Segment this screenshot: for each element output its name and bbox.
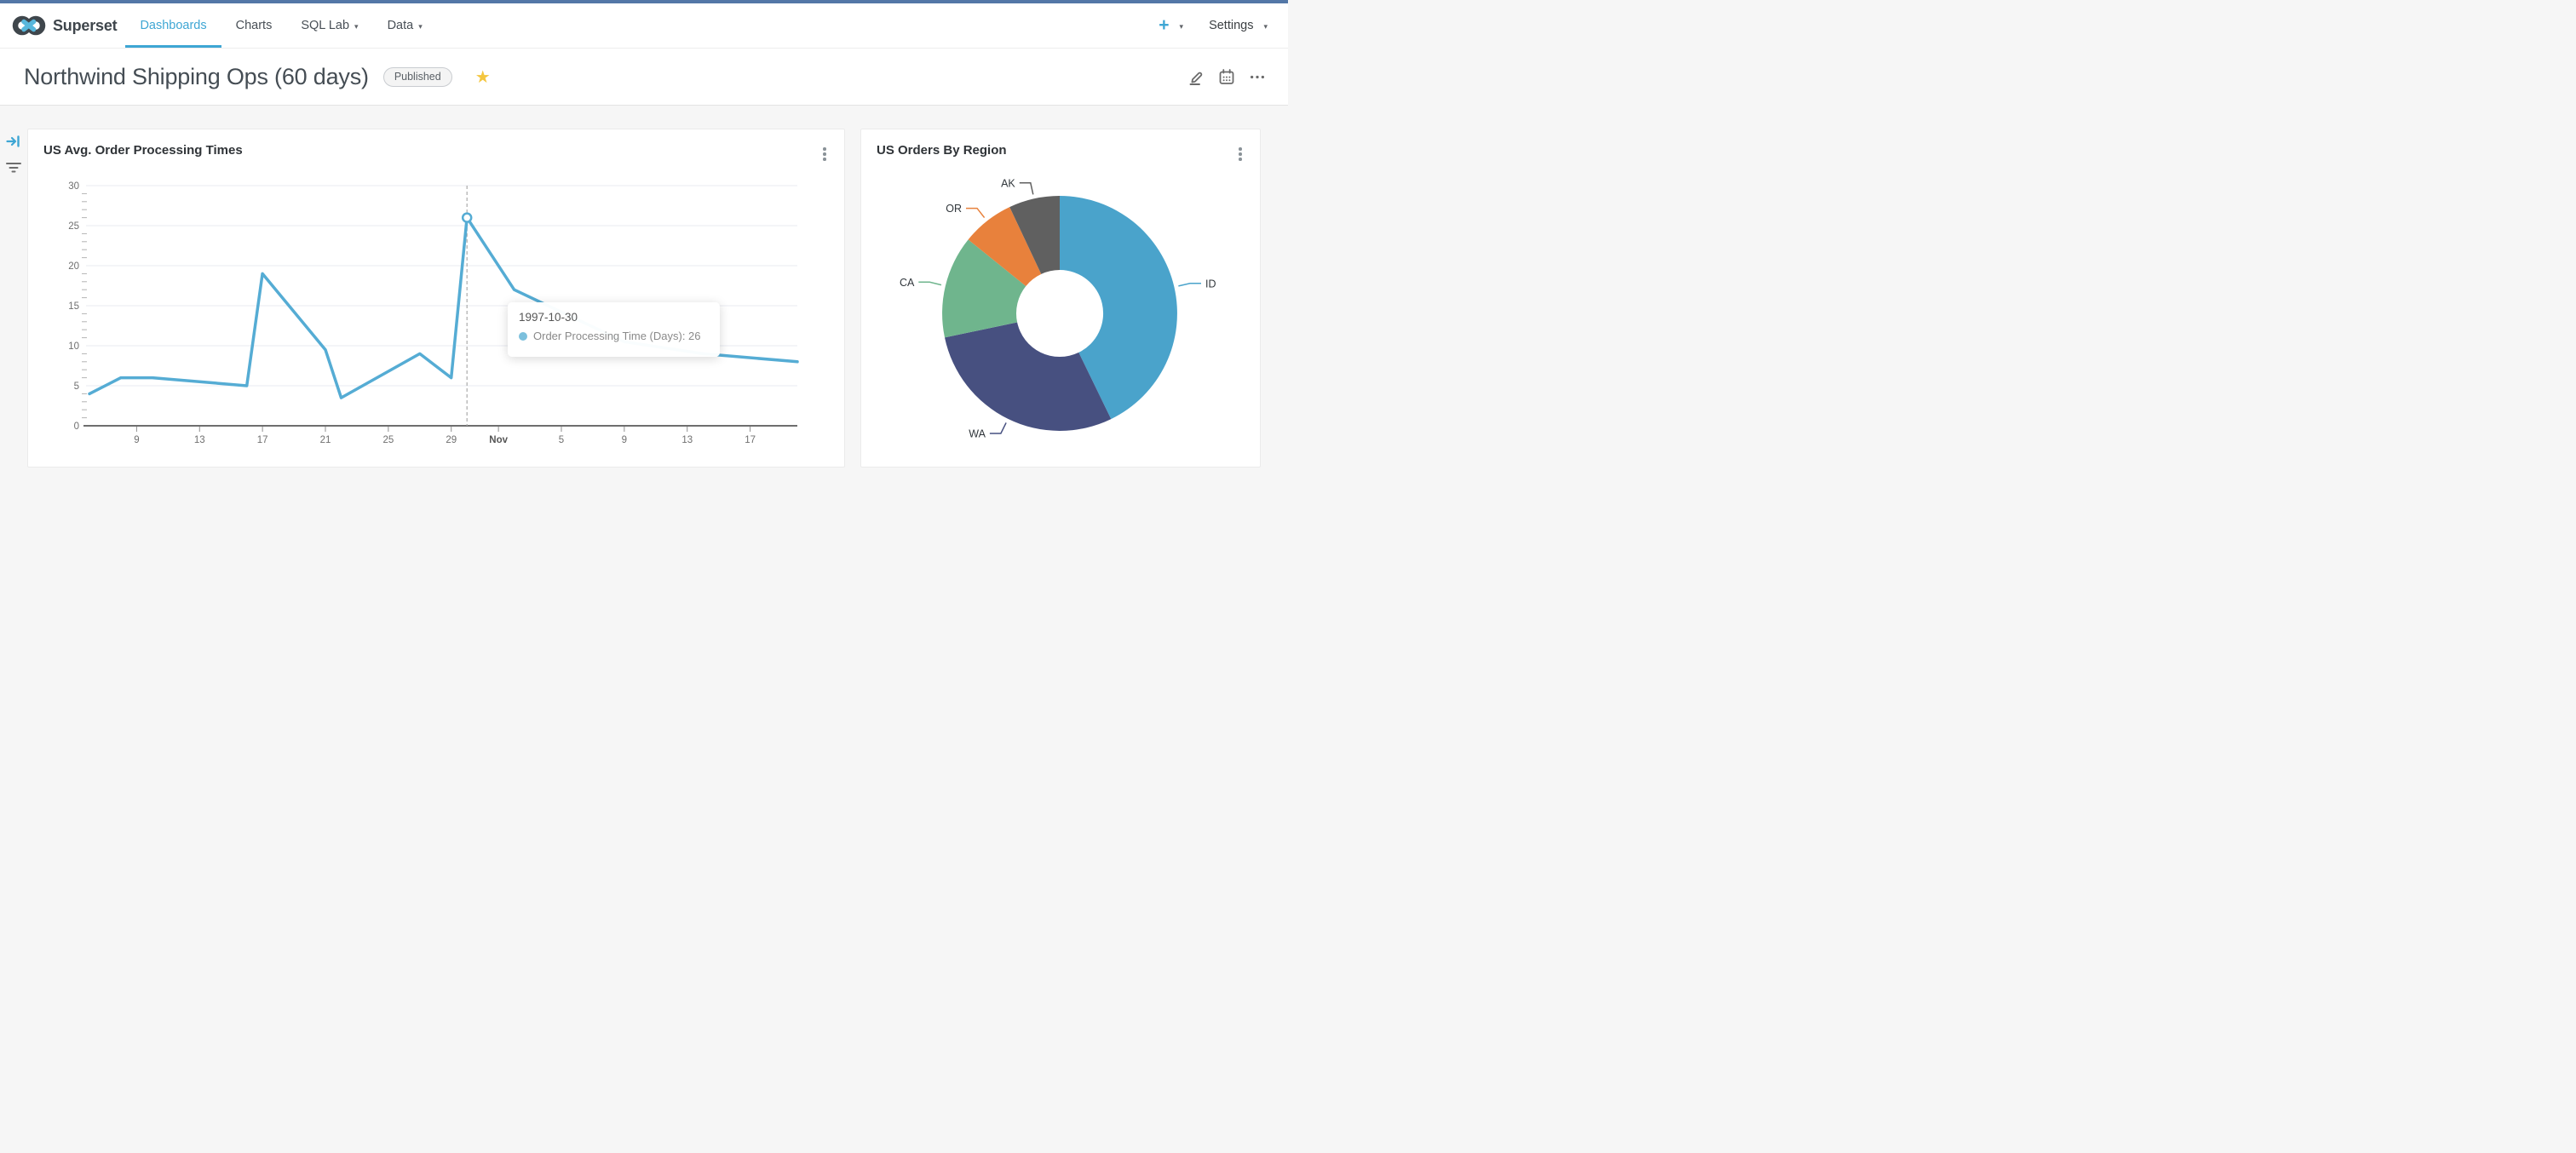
y-axis-tick-label: 0 (74, 422, 79, 432)
y-axis-tick-label: 30 (68, 181, 79, 192)
donut-chart: ID WA CA OR AK (900, 177, 1216, 439)
line-chart: 0 5 10 15 20 25 30 9 13 17 21 25 29 Nov 5 9 13 17 (68, 181, 799, 445)
chart-card-orders-by-region: US Orders By Region ID WA CA OR AK (860, 129, 1261, 468)
nav-item-label: Data (387, 19, 414, 32)
x-axis-tick-label: 17 (745, 435, 756, 445)
filter-rail (6, 134, 21, 175)
chevron-down-icon: ▾ (418, 21, 423, 31)
chevron-down-icon: ▾ (354, 21, 359, 31)
nav-menu: Dashboards Charts SQL Lab ▾ Data ▾ (125, 3, 436, 48)
superset-infinity-icon (12, 15, 46, 36)
donut-slice-label: OR (946, 203, 962, 215)
label-connector-line (989, 422, 1007, 434)
chart-card-processing-times: US Avg. Order Processing Times 0 5 10 15 20 2… (27, 129, 845, 468)
label-connector-line (1178, 283, 1201, 287)
nav-item-sql-lab[interactable]: SQL Lab ▾ (286, 3, 372, 48)
nav-item-label: Dashboards (140, 19, 207, 32)
x-axis-tick-label: 5 (559, 435, 564, 445)
dashboard-header: Northwind Shipping Ops (60 days) Publish… (0, 49, 1288, 106)
donut-slice-label: WA (969, 427, 986, 439)
y-axis-tick-label: 20 (68, 261, 79, 272)
chart-tooltip: 1997-10-30 Order Processing Time (Days):… (508, 302, 720, 357)
label-connector-line (966, 207, 986, 219)
nav-item-dashboards[interactable]: Dashboards (125, 3, 221, 48)
x-axis-tick-label: 13 (681, 435, 693, 445)
superset-logo[interactable]: Superset (12, 3, 118, 48)
settings-label: Settings (1209, 19, 1254, 32)
nav-item-label: SQL Lab (301, 19, 350, 32)
settings-menu[interactable]: Settings ▾ (1209, 19, 1268, 32)
label-connector-line (918, 281, 942, 286)
plus-icon: + (1159, 14, 1170, 35)
nav-item-label: Charts (235, 19, 273, 32)
published-badge[interactable]: Published (382, 66, 452, 87)
x-axis-tick-label: 17 (257, 435, 268, 445)
x-axis-tick-label: 21 (320, 435, 331, 445)
nav-item-charts[interactable]: Charts (221, 3, 287, 48)
edit-pencil-icon[interactable] (1187, 68, 1205, 86)
navbar: Superset Dashboards Charts SQL Lab ▾ Data ▾ +… (0, 3, 1288, 49)
expand-filter-bar-icon[interactable] (6, 134, 21, 149)
x-axis-tick-label: 9 (622, 435, 627, 445)
favorite-star-icon[interactable]: ★ (475, 66, 491, 88)
x-axis-tick-label: 29 (446, 435, 457, 445)
y-axis-tick-label: 10 (68, 341, 79, 352)
y-axis-tick-label: 5 (74, 381, 79, 392)
chevron-down-icon: ▾ (1179, 21, 1184, 31)
calendar-icon[interactable] (1218, 68, 1235, 86)
label-connector-line (1019, 182, 1034, 195)
brand-name: Superset (53, 16, 118, 34)
new-button[interactable]: + ▾ (1159, 14, 1184, 35)
nav-item-data[interactable]: Data ▾ (373, 3, 437, 48)
donut-slice-label: AK (1001, 177, 1015, 189)
y-axis-tick-label: 25 (68, 221, 79, 232)
donut-slice-label: ID (1205, 278, 1216, 290)
donut-slice-label: CA (900, 277, 915, 289)
filter-icon[interactable] (6, 160, 21, 175)
page-title: Northwind Shipping Ops (60 days) (24, 63, 369, 89)
x-axis-tick-label: Nov (489, 435, 508, 445)
tooltip-value: Order Processing Time (Days): 26 (533, 330, 701, 342)
chevron-down-icon: ▾ (1263, 21, 1268, 31)
series-dot-icon (519, 331, 527, 341)
more-actions-icon[interactable] (1249, 68, 1266, 86)
donut-slice-WA[interactable] (945, 322, 1112, 431)
tooltip-date: 1997-10-30 (519, 311, 578, 324)
x-axis-tick-label: 9 (134, 435, 139, 445)
x-axis-tick-label: 25 (382, 435, 394, 445)
y-axis-tick-label: 15 (68, 301, 79, 312)
highlighted-point[interactable] (461, 212, 473, 223)
x-axis-tick-label: 13 (194, 435, 205, 445)
